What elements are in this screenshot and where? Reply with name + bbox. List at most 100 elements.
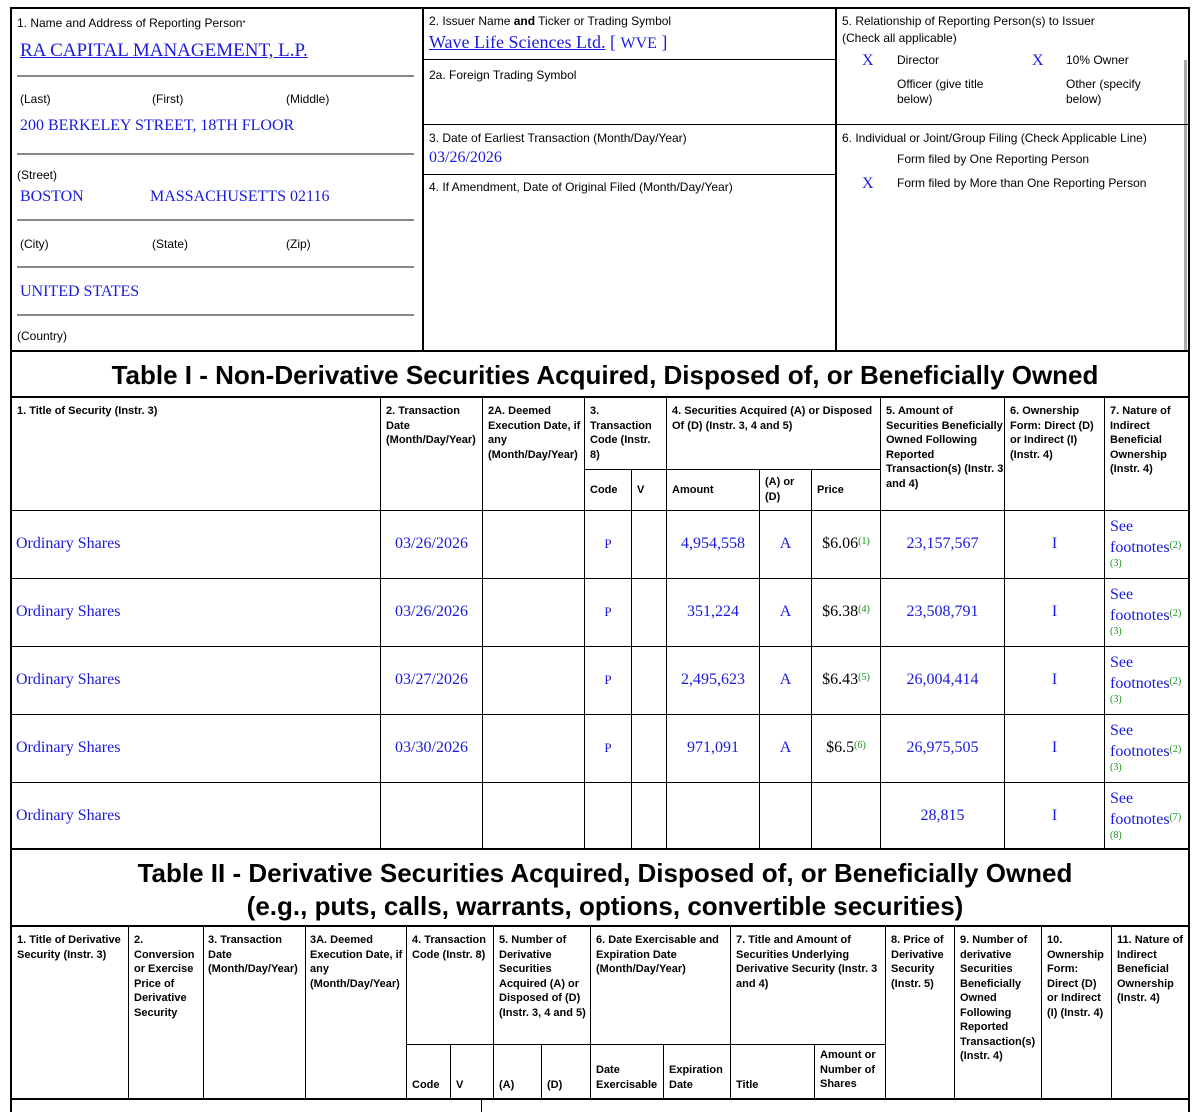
t1-cell-amount-text: 971,091 — [687, 738, 739, 756]
t1-cell-aord: A — [760, 510, 811, 577]
street-value: 200 BERKELEY STREET, 18TH FLOOR — [20, 117, 295, 134]
t1-nature-footnotes[interactable]: footnotes — [1110, 607, 1170, 624]
t1-nature-footnote-b[interactable]: (3) — [1110, 626, 1190, 638]
t1-cell-title: Ordinary Shares — [16, 578, 376, 645]
t1-cell-owned-text: 26,975,505 — [906, 738, 979, 756]
sep-2 — [835, 7, 837, 351]
t2-h-underlying: 7. Title and Amount of Securities Underl… — [736, 934, 878, 990]
t1-h-sub-aord: (A) or (D) — [765, 476, 795, 503]
filing-more-label: Form filed by More than One Reporting Pe… — [897, 176, 1147, 190]
t1-nature-see[interactable]: See — [1110, 652, 1190, 673]
t1-cell-date-text: 03/30/2026 — [395, 738, 468, 756]
t1-nature-footnote-a[interactable]: (2) — [1170, 540, 1182, 551]
t1-cell-code: P — [585, 646, 631, 713]
state-zip-value: MASSACHUSETTS 02116 — [150, 188, 330, 205]
t1-cell-aord-text: A — [779, 670, 792, 688]
t1-cell-code-text: P — [604, 535, 612, 551]
t1-cell-amount: 4,954,558 — [667, 510, 759, 577]
country-label: (Country) — [17, 329, 68, 343]
t1-nature-footnote-b[interactable]: (3) — [1110, 558, 1190, 570]
t1-price-footnote[interactable]: (6) — [854, 740, 866, 751]
middle-label: (Middle) — [286, 92, 330, 106]
t1-cell-price: $6.06 (1) — [812, 510, 880, 577]
table2-title-1: Table II - Derivative Securities Acquire… — [137, 858, 1073, 888]
t1-cell-code: P — [585, 714, 631, 781]
t1-cell-owned-text: 23,157,567 — [906, 534, 979, 552]
t2-v11 — [1111, 926, 1112, 1098]
t1-nature-footnote-a[interactable]: (2) — [1170, 744, 1182, 755]
t1-h-deemed: 2A. Deemed Execution Date, if any (Month… — [488, 405, 581, 461]
t1-cell-amount: 971,091 — [667, 714, 759, 781]
amendment-label: 4. If Amendment, Date of Original Filed … — [429, 180, 733, 194]
state-label: (State) — [152, 237, 189, 251]
t2-h-price: 8. Price of Derivative Security (Instr. … — [891, 934, 944, 990]
t1-cell-date-text: 03/26/2026 — [395, 534, 468, 552]
t1-cell-aord — [760, 782, 811, 849]
t2-h-sub-amount: Amount or Number of Shares — [820, 1049, 876, 1090]
issuer-name-link[interactable]: Wave Life Sciences Ltd. — [429, 32, 605, 52]
t1-cell-price-text: $6.06 — [822, 534, 859, 552]
t2-v7b — [814, 1044, 815, 1098]
t1-cell-amount: 2,495,623 — [667, 646, 759, 713]
t1-nature-see[interactable]: See — [1110, 788, 1190, 809]
t1-cell-title: Ordinary Shares — [16, 782, 376, 849]
t2-h-exercisable: 6. Date Exercisable and Expiration Date … — [596, 934, 719, 975]
ten-pct-owner-check[interactable]: X — [1032, 52, 1044, 70]
t1-nature-footnotes[interactable]: footnotes — [1110, 539, 1170, 556]
t2-v6b — [663, 1044, 664, 1098]
t1-nature-footnotes[interactable]: footnotes — [1110, 743, 1170, 760]
t1-cell-date-text: 03/27/2026 — [395, 670, 468, 688]
t1-nature-see[interactable]: See — [1110, 584, 1190, 605]
t1-nature-footnote-a[interactable]: (2) — [1170, 608, 1182, 619]
t1-cell-amount-text: 351,224 — [687, 602, 739, 620]
t1-nature-see[interactable]: See — [1110, 720, 1190, 741]
t1-cell-title-text: Ordinary Shares — [16, 534, 121, 552]
t2-h-sub-d: (D) — [547, 1079, 563, 1091]
table1-header-top — [10, 396, 1190, 398]
box1-label: 1. Name and Address of Reporting Person* — [17, 16, 246, 30]
t1-cell-form-text: I — [1051, 534, 1058, 552]
t1-cell-date: 03/26/2026 — [381, 510, 482, 577]
reporting-person-name[interactable]: RA CAPITAL MANAGEMENT, L.P. — [20, 40, 308, 62]
t1-nature-footnote-b[interactable]: (3) — [1110, 694, 1190, 706]
scrollbar[interactable] — [1184, 60, 1187, 350]
t1-nature-footnotes[interactable]: footnotes — [1110, 811, 1170, 828]
t1-cell-price: $6.5 (6) — [812, 714, 880, 781]
t1-nature-see[interactable]: See — [1110, 516, 1190, 537]
line-street — [17, 153, 414, 155]
t1-cell-title: Ordinary Shares — [16, 646, 376, 713]
t2-v2 — [203, 926, 204, 1098]
t2-v5 — [493, 926, 494, 1098]
t1-cell-owned: 23,508,791 — [881, 578, 1004, 645]
t1-cell-owned: 28,815 — [881, 782, 1004, 849]
t1-h-code: 3. Transaction Code (Instr. 8) — [590, 405, 652, 461]
t1-cell-price — [812, 782, 880, 849]
t1-cell-code: P — [585, 510, 631, 577]
t1-cell-owned-text: 28,815 — [920, 806, 965, 824]
line-3-4 — [424, 174, 835, 175]
director-check[interactable]: X — [862, 52, 874, 70]
director-label: Director — [897, 53, 940, 67]
city-value: BOSTON — [20, 188, 84, 205]
filing-more-check[interactable]: X — [862, 175, 874, 193]
t1-cell-form: I — [1005, 578, 1104, 645]
t1-cell-nature: See footnotes(2) (3) — [1110, 652, 1190, 706]
t1-cell-aord: A — [760, 646, 811, 713]
line-2-2a — [424, 59, 835, 60]
t2-v8 — [885, 926, 886, 1098]
t1-cell-aord-text: A — [779, 602, 792, 620]
t1-cell-date: 03/30/2026 — [381, 714, 482, 781]
t1-nature-footnotes[interactable]: footnotes — [1110, 675, 1170, 692]
t1-nature-footnote-a[interactable]: (7) — [1170, 812, 1182, 823]
t1-cell-nature: See footnotes(2) (3) — [1110, 720, 1190, 774]
t1-h-date: 2. Transaction Date (Month/Day/Year) — [386, 405, 476, 446]
t1-price-footnote[interactable]: (4) — [858, 604, 870, 615]
t1-price-footnote[interactable]: (1) — [858, 536, 870, 547]
t1-nature-footnote-b[interactable]: (3) — [1110, 762, 1190, 774]
t1-price-footnote[interactable]: (5) — [858, 672, 870, 683]
table2-header-bottom — [10, 1098, 1190, 1100]
line-country — [17, 314, 414, 316]
t1-nature-footnote-a[interactable]: (2) — [1170, 676, 1182, 687]
t1-nature-footnote-b[interactable]: (8) — [1110, 830, 1190, 842]
t1-cell-form: I — [1005, 646, 1104, 713]
